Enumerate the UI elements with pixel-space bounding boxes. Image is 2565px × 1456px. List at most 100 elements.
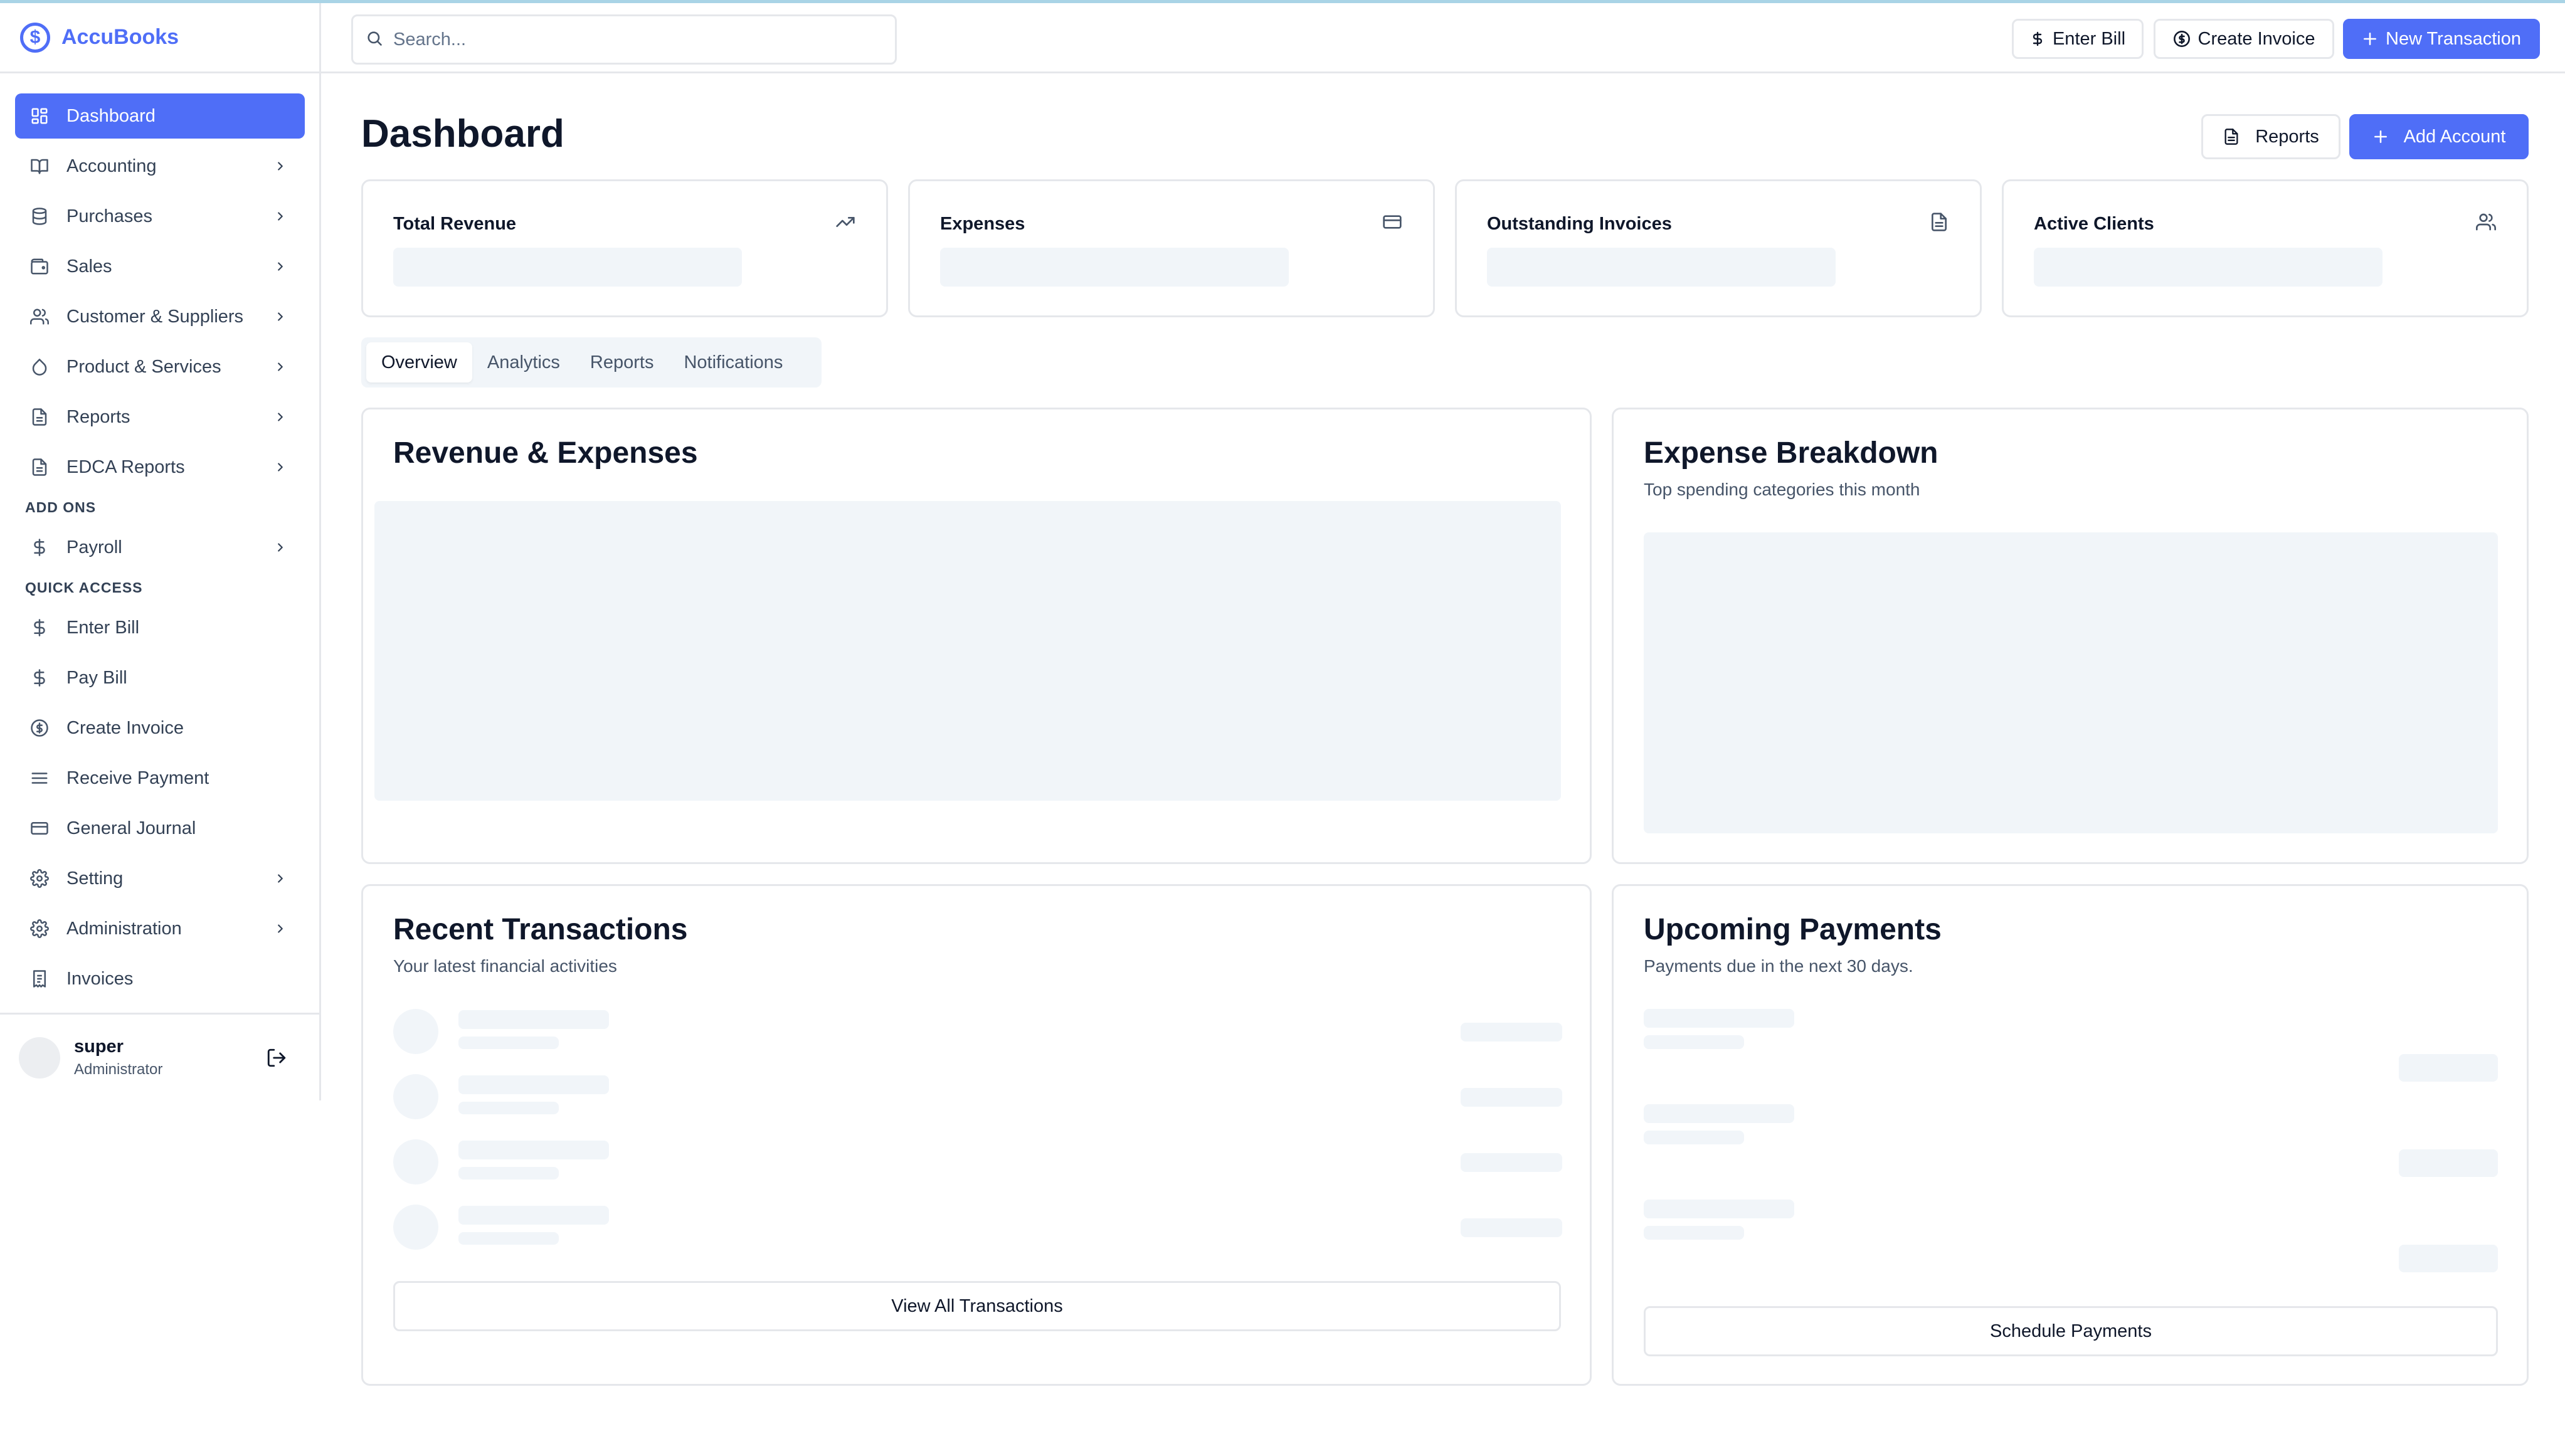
users-icon [2475,211,2497,233]
payment-text-placeholder [1644,1200,1794,1218]
file-icon [30,458,49,477]
sidebar-item-enter-bill[interactable]: Enter Bill [15,605,305,650]
new-transaction-label: New Transaction [2386,28,2521,49]
sidebar-item-label: Setting [66,868,124,889]
transaction-amount-placeholder [1461,1153,1562,1172]
stat-title: Total Revenue [393,214,517,234]
sidebar-item-edca-reports[interactable]: EDCA Reports [15,445,305,490]
stat-value-placeholder [2034,248,2383,287]
transaction-avatar-placeholder [393,1074,438,1119]
chevron-right-icon [273,460,287,474]
payment-amount-placeholder [2399,1149,2498,1177]
chevron-right-icon [273,360,287,374]
sidebar-item-sales[interactable]: Sales [15,244,305,289]
sidebar-item-label: Payroll [66,537,122,557]
stat-card-active-clients: Active Clients [2002,179,2529,317]
sidebar-item-label: Accounting [66,156,157,176]
transaction-avatar-placeholder [393,1139,438,1184]
schedule-payments-button[interactable]: Schedule Payments [1644,1306,2498,1356]
transaction-text-placeholder [458,1075,609,1094]
chevron-right-icon [273,159,287,173]
sidebar-nav: Dashboard Accounting Purchases Sales Custome… [15,93,305,1006]
section-label-quick-access: QUICK ACCESS [25,579,143,596]
search-box[interactable] [351,14,897,65]
sidebar-item-reports[interactable]: Reports [15,394,305,440]
reports-button[interactable]: Reports [2201,114,2340,159]
tab-analytics[interactable]: Analytics [472,342,575,382]
create-invoice-button[interactable]: Create Invoice [2154,19,2334,59]
dollar-icon [30,618,49,637]
card-subtitle: Your latest financial activities [393,956,617,976]
sidebar-item-label: Receive Payment [66,768,209,788]
sidebar-item-create-invoice[interactable]: Create Invoice [15,705,305,751]
transaction-amount-placeholder [1461,1218,1562,1237]
sidebar-item-pay-bill[interactable]: Pay Bill [15,655,305,700]
sidebar-item-administration[interactable]: Administration [15,906,305,951]
card-title: Expense Breakdown [1644,436,1938,470]
sidebar-item-accounting[interactable]: Accounting [15,144,305,189]
tab-overview[interactable]: Overview [366,342,472,382]
transaction-amount-placeholder [1461,1088,1562,1107]
plus-icon [2362,31,2378,47]
transaction-text-placeholder [458,1037,559,1049]
chevron-right-icon [273,541,287,554]
card-icon [30,819,49,838]
sidebar-item-product-and-services[interactable]: Product & Services [15,344,305,389]
sidebar-item-purchases[interactable]: Purchases [15,194,305,239]
chart-placeholder [1644,532,2498,833]
new-transaction-button[interactable]: New Transaction [2343,19,2540,59]
sidebar-item-payroll[interactable]: Payroll [15,525,305,570]
sidebar-item-general-journal[interactable]: General Journal [15,806,305,851]
transaction-avatar-placeholder [393,1009,438,1054]
dollar-circle-icon: $ [20,22,50,53]
sidebar-item-invoices[interactable]: Invoices [15,956,305,1001]
menu-icon [30,769,49,788]
dollar-icon [2030,30,2045,48]
stat-value-placeholder [940,248,1289,287]
sidebar-item-label: Enter Bill [66,617,140,638]
enter-bill-button[interactable]: Enter Bill [2012,19,2144,59]
sidebar-item-dashboard[interactable]: Dashboard [15,93,305,139]
transaction-text-placeholder [458,1232,559,1245]
stat-card-total-revenue: Total Revenue [361,179,888,317]
payment-text-placeholder [1644,1226,1744,1240]
sidebar-item-label: Reports [66,406,130,427]
plus-icon [2372,129,2389,145]
transaction-text-placeholder [458,1206,609,1225]
sidebar-item-receive-payment[interactable]: Receive Payment [15,756,305,801]
card-subtitle: Top spending categories this month [1644,480,1920,499]
credit-card-icon [1382,211,1403,233]
transaction-avatar-placeholder [393,1205,438,1250]
transaction-text-placeholder [458,1010,609,1029]
payment-amount-placeholder [2399,1054,2498,1082]
tab-reports[interactable]: Reports [575,342,669,382]
avatar[interactable] [19,1037,60,1079]
stat-title: Outstanding Invoices [1487,214,1672,234]
stat-value-placeholder [1487,248,1836,287]
sidebar-item-label: EDCA Reports [66,456,185,477]
sidebar-item-setting[interactable]: Setting [15,856,305,901]
sidebar: $ AccuBooks Dashboard Accounting Purchases… [0,3,321,1100]
chevron-right-icon [273,410,287,424]
search-input[interactable] [393,29,870,50]
transaction-text-placeholder [458,1102,559,1114]
add-account-button[interactable]: Add Account [2349,114,2529,159]
view-all-transactions-button[interactable]: View All Transactions [393,1281,1561,1331]
users-icon [30,307,49,326]
revenue-expenses-card: Revenue & Expenses [361,408,1592,864]
user-profile: super Administrator [0,1013,319,1100]
payment-amount-placeholder [2399,1245,2498,1272]
trending-up-icon [835,211,856,233]
transaction-text-placeholder [458,1167,559,1179]
chevron-right-icon [273,922,287,936]
tab-notifications[interactable]: Notifications [669,342,798,382]
logout-icon[interactable] [264,1045,289,1070]
receipt-icon [30,969,49,988]
page-title: Dashboard [361,112,564,156]
grid-icon [30,107,49,125]
sidebar-item-customer-and-suppliers[interactable]: Customer & Suppliers [15,294,305,339]
stat-value-placeholder [393,248,742,287]
sidebar-item-label: Administration [66,918,182,939]
brand[interactable]: $ AccuBooks [0,3,319,73]
droplet-icon [30,357,49,376]
